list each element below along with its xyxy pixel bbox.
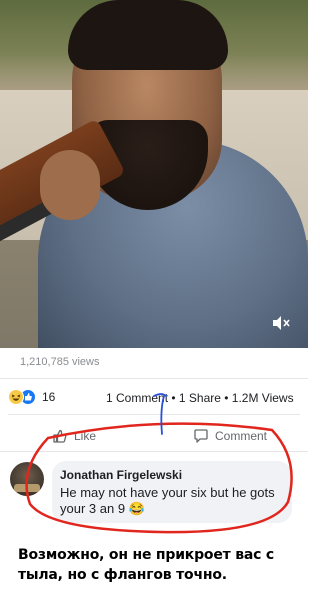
video-person-hair [68, 0, 228, 70]
video-player[interactable] [0, 0, 308, 348]
comment-button-label: Comment [215, 429, 268, 443]
comment-text: He may not have your six but he gots you… [60, 485, 275, 516]
engagement-stats[interactable]: 1 Comment • 1 Share • 1.2M Views [106, 391, 294, 405]
reaction-count: 16 [42, 390, 56, 404]
like-button[interactable]: Like [52, 428, 96, 444]
comment-bubble: Jonathan Firgelewski He may not have you… [52, 461, 292, 523]
haha-reaction-icon [8, 389, 24, 405]
meme-caption: Возможно, он не прикроет вас с тыла, но … [18, 547, 275, 583]
view-count: 1,210,785 views [20, 356, 100, 368]
reactions-summary[interactable]: 16 [8, 388, 55, 406]
comment-author[interactable]: Jonathan Firgelewski [60, 468, 284, 482]
divider [8, 414, 300, 415]
avatar[interactable] [10, 462, 44, 496]
speaker-muted-icon[interactable] [271, 315, 291, 331]
comment-button[interactable]: Comment [193, 428, 267, 444]
speech-bubble-icon [194, 429, 208, 443]
thumbs-up-icon [53, 429, 67, 443]
divider [0, 378, 308, 379]
divider [0, 451, 308, 452]
like-button-label: Like [74, 429, 97, 443]
video-person-hand [40, 150, 100, 220]
